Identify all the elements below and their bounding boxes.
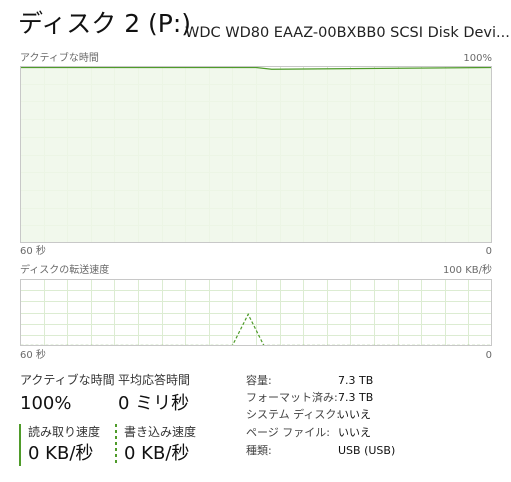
series-area xyxy=(20,67,492,243)
write-speed-indicator xyxy=(115,424,117,466)
avg-response-label: 平均応答時間 xyxy=(118,373,191,387)
page-file-value: いいえ xyxy=(338,426,371,439)
transfer-rate-chart-time-span: 60 秒 xyxy=(20,350,46,361)
active-time-chart xyxy=(20,66,492,243)
page-title: ディスク 2 (P:) xyxy=(18,9,192,38)
read-speed-indicator xyxy=(19,424,21,466)
active-time-label: アクティブな時間 xyxy=(20,373,115,387)
active-time-chart-max: 100% xyxy=(463,53,492,64)
write-speed-value: 0 KB/秒 xyxy=(124,443,190,464)
active-time-chart-time-span: 60 秒 xyxy=(20,246,46,257)
page-file-label: ページ ファイル: xyxy=(246,426,330,439)
transfer-rate-chart-max: 100 KB/秒 xyxy=(442,265,492,276)
active-time-chart-label: アクティブな時間 xyxy=(20,53,99,64)
read-speed-label: 読み取り速度 xyxy=(28,425,101,439)
transfer-rate-chart-label: ディスクの転送速度 xyxy=(20,265,110,276)
system-disk-label: システム ディスク: xyxy=(246,408,341,421)
formatted-label: フォーマット済み: xyxy=(246,391,338,404)
transfer-rate-chart xyxy=(20,279,492,346)
type-value: USB (USB) xyxy=(338,444,396,457)
avg-response-value: 0 ミリ秒 xyxy=(118,393,190,414)
capacity-value: 7.3 TB xyxy=(338,374,374,387)
capacity-label: 容量: xyxy=(246,374,272,387)
active-time-chart-min: 0 xyxy=(485,246,492,257)
system-disk-value: いいえ xyxy=(338,408,371,421)
read-speed-value: 0 KB/秒 xyxy=(28,443,94,464)
transfer-rate-chart-min: 0 xyxy=(485,350,492,361)
type-label: 種類: xyxy=(246,444,272,457)
active-time-value: 100% xyxy=(20,393,72,414)
device-name: WDC WD80 EAAZ-00BXBB0 SCSI Disk Devi... xyxy=(185,25,510,41)
formatted-value: 7.3 TB xyxy=(338,391,374,404)
write-speed-label: 書き込み速度 xyxy=(124,425,197,439)
